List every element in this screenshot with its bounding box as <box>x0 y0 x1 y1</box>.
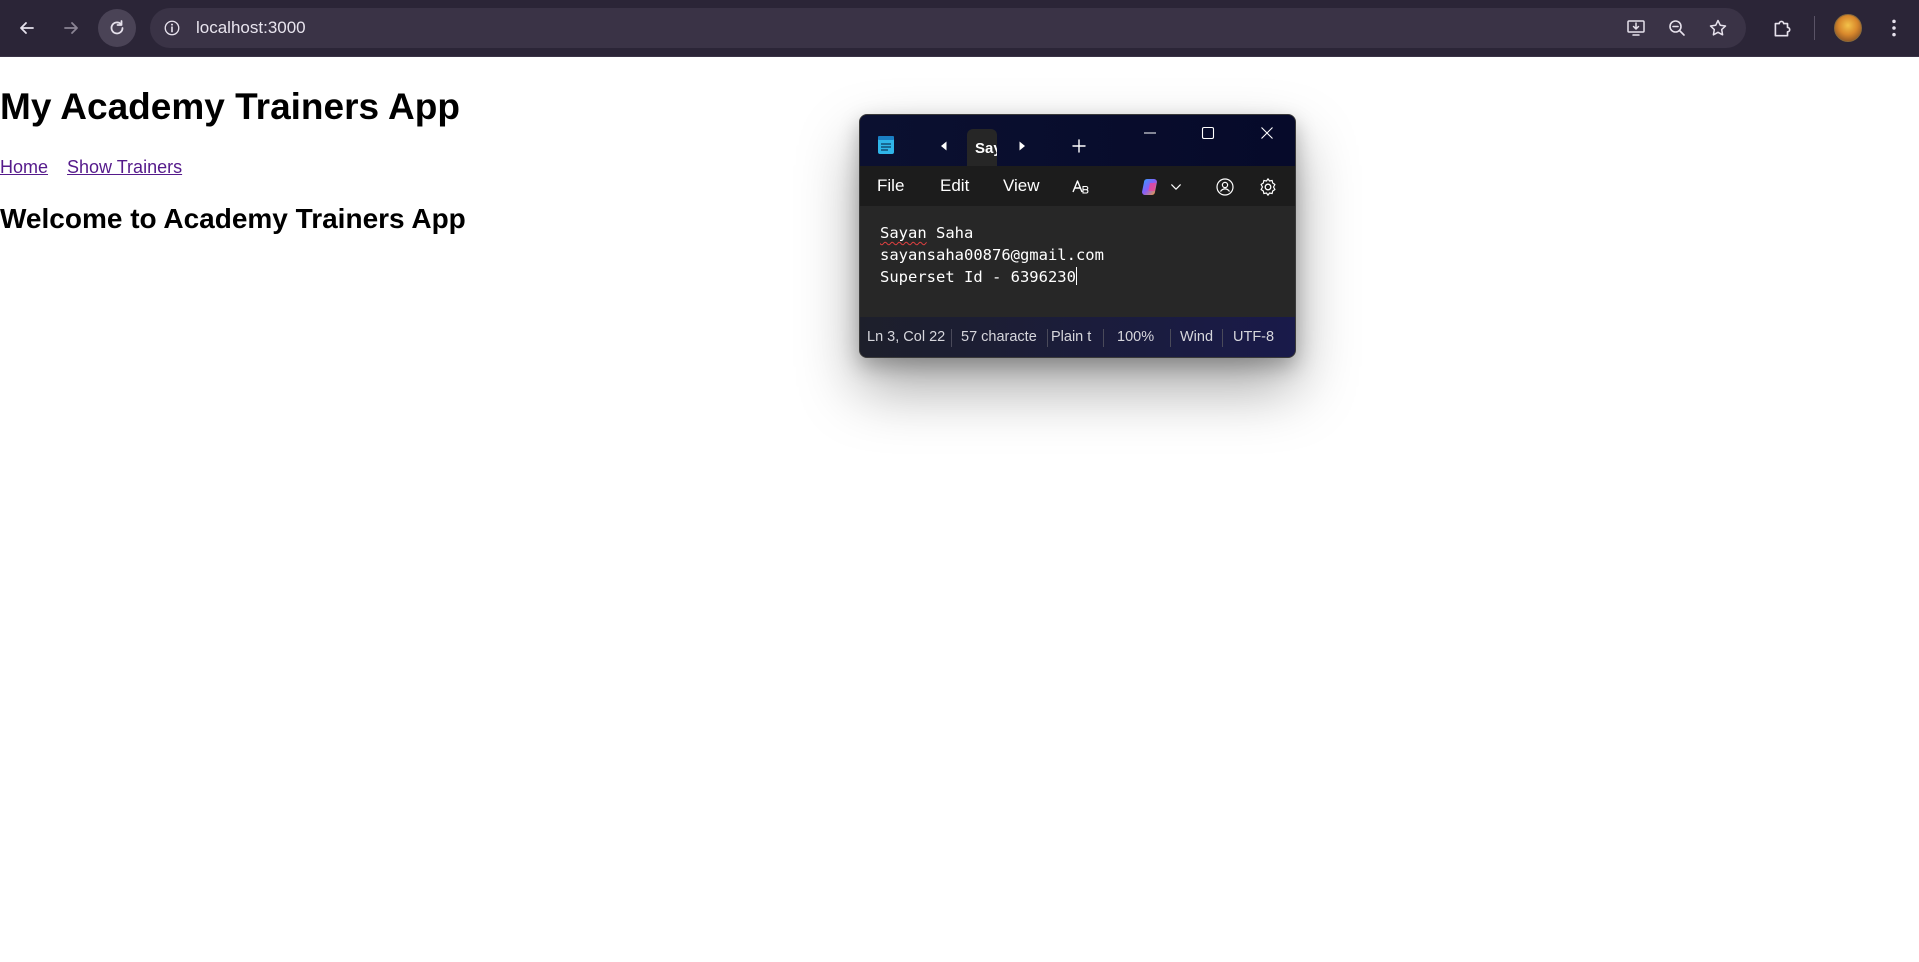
status-separator <box>1103 329 1104 347</box>
text-line-3-content: Superset Id - 6396230 <box>880 268 1076 286</box>
info-icon <box>164 20 180 36</box>
url-text[interactable]: localhost:3000 <box>196 17 306 39</box>
site-info-button[interactable] <box>158 14 186 42</box>
install-app-button[interactable] <box>1622 14 1650 42</box>
tab-scroll-right-icon[interactable] <box>1015 139 1029 153</box>
notepad-text-area[interactable]: Sayan Saha sayansaha00876@gmail.com Supe… <box>860 206 1295 317</box>
kebab-menu-icon <box>1892 19 1896 37</box>
maximize-icon <box>1201 126 1215 140</box>
copilot-button[interactable] <box>1138 174 1164 200</box>
zoom-button[interactable] <box>1663 14 1691 42</box>
minimize-icon <box>1144 132 1156 134</box>
bookmark-button[interactable] <box>1704 14 1732 42</box>
profile-avatar[interactable] <box>1834 14 1862 42</box>
new-tab-button[interactable] <box>1068 135 1090 157</box>
puzzle-icon <box>1774 20 1791 37</box>
reload-icon <box>110 20 124 35</box>
chevron-down-icon <box>1171 184 1181 190</box>
zoom-out-icon <box>1669 20 1685 36</box>
notepad-tab[interactable]: Say <box>967 129 997 166</box>
copilot-icon <box>1142 179 1157 195</box>
arrow-left-icon <box>20 22 34 34</box>
view-menu[interactable]: View <box>1003 176 1040 196</box>
browser-menu-button[interactable] <box>1878 12 1910 44</box>
notepad-app-icon <box>878 136 894 154</box>
notepad-statusbar: Ln 3, Col 22 57 characte Plain t 100% Wi… <box>860 317 1295 357</box>
status-cursor-position: Ln 3, Col 22 <box>867 329 946 345</box>
address-bar[interactable]: localhost:3000 <box>150 8 1746 48</box>
welcome-heading: Welcome to Academy Trainers App <box>0 203 466 234</box>
status-separator <box>1170 329 1171 347</box>
account-button[interactable] <box>1212 174 1238 200</box>
page-nav: Home Show Trainers <box>0 157 196 178</box>
status-zoom-level: 100% <box>1117 329 1155 345</box>
gear-icon <box>1260 178 1276 196</box>
font-format-button[interactable] <box>1068 174 1094 200</box>
minimize-button[interactable] <box>1130 119 1170 147</box>
file-menu[interactable]: File <box>877 176 904 196</box>
notepad-menubar: File Edit View <box>860 166 1295 206</box>
close-button[interactable] <box>1247 119 1287 147</box>
misspelled-word: Sayan <box>880 224 927 242</box>
toolbar-divider <box>1814 16 1815 40</box>
plus-icon <box>1072 139 1086 153</box>
edit-menu[interactable]: Edit <box>940 176 969 196</box>
close-icon <box>1261 127 1273 139</box>
install-app-icon <box>1627 20 1645 36</box>
text-line-3: Superset Id - 6396230 <box>880 266 1295 288</box>
status-separator <box>1222 329 1223 347</box>
show-trainers-link[interactable]: Show Trainers <box>67 157 182 177</box>
text-line-2: sayansaha00876@gmail.com <box>880 246 1104 264</box>
arrow-right-icon <box>64 22 78 34</box>
forward-button[interactable] <box>52 9 90 47</box>
status-separator <box>951 329 952 347</box>
notepad-titlebar[interactable]: Say <box>860 115 1295 166</box>
browser-toolbar: localhost:3000 <box>0 0 1919 57</box>
status-separator <box>1047 329 1048 347</box>
status-line-ending: Wind <box>1180 329 1214 345</box>
reload-button[interactable] <box>98 9 136 47</box>
text-line-1-rest: Saha <box>926 224 974 242</box>
back-button[interactable] <box>8 9 46 47</box>
maximize-button[interactable] <box>1188 119 1228 147</box>
status-character-count: 57 characte <box>961 329 1037 345</box>
copilot-dropdown-button[interactable] <box>1163 174 1189 200</box>
extensions-button[interactable] <box>1766 12 1798 44</box>
notepad-window[interactable]: Say File Edit View <box>859 114 1296 358</box>
status-encoding: UTF-8 <box>1233 329 1275 345</box>
page-title: My Academy Trainers App <box>0 86 460 127</box>
home-link[interactable]: Home <box>0 157 48 177</box>
tab-scroll-left-icon[interactable] <box>937 139 951 153</box>
account-icon <box>1216 178 1234 196</box>
text-caret <box>1075 267 1077 285</box>
notepad-tab-title: Say <box>975 140 997 157</box>
star-icon <box>1709 19 1727 36</box>
text-line-1: Sayan Saha <box>880 222 1295 244</box>
font-format-icon <box>1072 180 1089 194</box>
status-file-format: Plain t <box>1051 329 1092 345</box>
settings-button[interactable] <box>1255 174 1281 200</box>
